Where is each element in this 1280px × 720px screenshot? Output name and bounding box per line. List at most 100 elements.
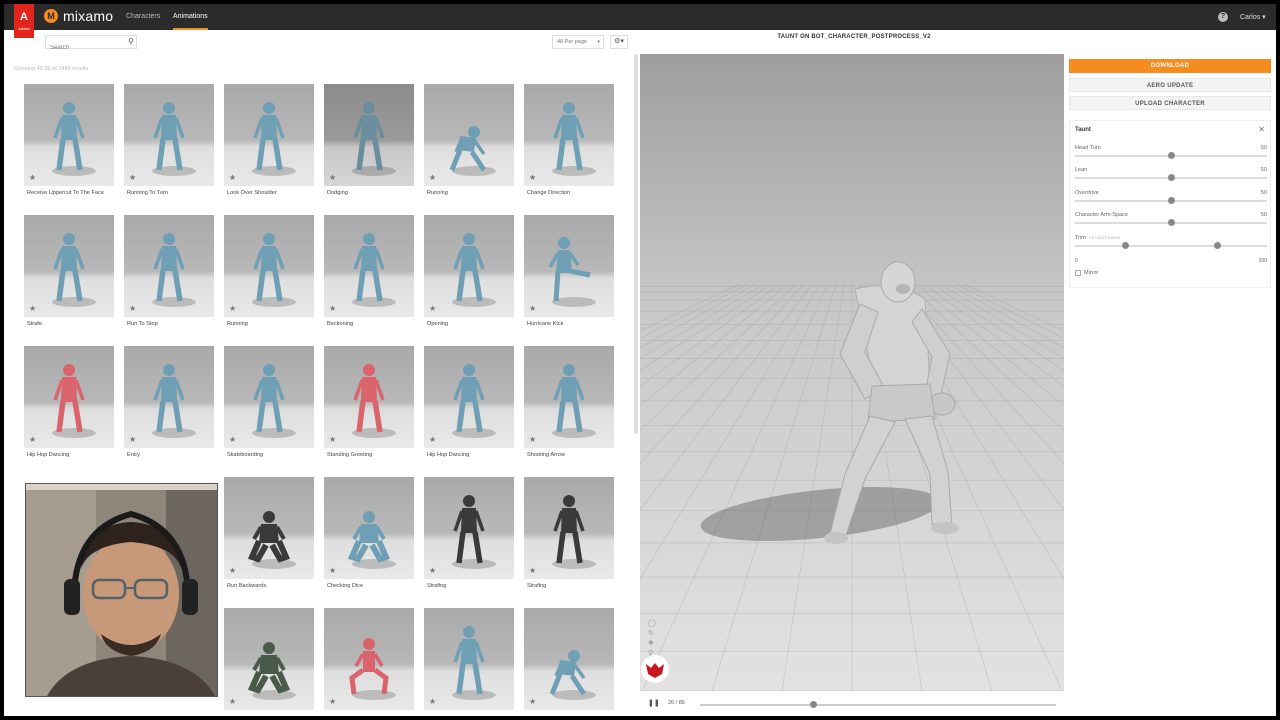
slider-track[interactable] <box>1075 197 1267 204</box>
animation-thumbnail[interactable]: ★ <box>524 608 614 710</box>
animation-card[interactable]: ★ Strafing <box>524 477 614 597</box>
animation-thumbnail[interactable]: ★ <box>324 608 414 710</box>
tab-animations[interactable]: Animations <box>173 4 208 30</box>
timeline-scrubber[interactable] <box>810 701 818 708</box>
per-page-select[interactable]: 48 Per page ▾ <box>552 35 604 49</box>
search-icon[interactable]: ⚲ <box>128 37 134 46</box>
close-icon[interactable]: ✕ <box>1258 125 1265 134</box>
animation-thumbnail[interactable]: ★ <box>324 346 414 448</box>
animation-thumbnail[interactable]: ★ <box>424 215 514 317</box>
tab-characters[interactable]: Characters <box>126 4 160 30</box>
animation-thumbnail[interactable]: ★ <box>124 84 214 186</box>
animation-card[interactable]: ★ Dodging <box>324 84 414 204</box>
animation-thumbnail[interactable]: ★ <box>524 477 614 579</box>
slider-knob[interactable] <box>1168 197 1175 204</box>
animation-thumbnail[interactable]: ★ <box>224 215 314 317</box>
trim-start-knob[interactable] <box>1121 242 1129 249</box>
animation-type-icon: ★ <box>129 435 137 444</box>
animation-thumbnail[interactable]: ★ <box>324 215 414 317</box>
character-figure <box>553 495 585 564</box>
animation-card[interactable]: ★ Running <box>224 215 314 335</box>
per-page-value: 48 Per page <box>557 39 587 45</box>
animation-card[interactable]: ★ Receive Uppercut To The Face <box>24 84 114 204</box>
frame-counter: 26 / 85 <box>668 700 685 706</box>
animation-thumbnail[interactable]: ★ <box>24 215 114 317</box>
animation-thumbnail[interactable]: ★ <box>24 346 114 448</box>
animation-card[interactable]: ★ Hip Hop Dancing <box>24 346 114 466</box>
upload-character-button[interactable]: UPLOAD CHARACTER <box>1069 96 1271 110</box>
mirror-option[interactable]: Mirror <box>1075 270 1098 276</box>
slider-track[interactable] <box>1075 152 1267 159</box>
timeline-track[interactable] <box>700 701 1056 708</box>
help-icon[interactable]: ? <box>1218 12 1228 22</box>
animation-thumbnail[interactable]: ★ <box>424 84 514 186</box>
slider-knob[interactable] <box>1168 219 1175 226</box>
animation-thumbnail[interactable]: ★ <box>224 608 314 710</box>
3d-viewport[interactable]: ◯ ↻ ✚ ⚲ ▣ <box>640 54 1064 691</box>
animation-card-label: Dodging <box>327 190 348 196</box>
animation-card[interactable]: ★ Hurricane Kick <box>524 215 614 335</box>
slider-knob[interactable] <box>1168 152 1175 159</box>
animation-thumbnail[interactable]: ★ <box>124 215 214 317</box>
camera-icon[interactable]: ◯ <box>648 619 656 629</box>
animation-type-icon: ★ <box>229 435 237 444</box>
slider-track[interactable] <box>1075 174 1267 181</box>
settings-gear-button[interactable]: ⚙▾ <box>610 35 628 49</box>
animation-card[interactable]: ★ Hip Hop Dancing <box>424 346 514 466</box>
animation-thumbnail[interactable]: ★ <box>24 84 114 186</box>
slider-knob[interactable] <box>1168 174 1175 181</box>
animation-card[interactable]: ★ Strafing <box>424 477 514 597</box>
mirror-checkbox[interactable] <box>1075 270 1081 276</box>
animation-thumbnail[interactable]: ★ <box>424 608 514 710</box>
user-menu[interactable]: Carlos ▾ <box>1240 13 1266 21</box>
trim-label: Trim <box>1075 235 1086 241</box>
animation-card[interactable]: ★ Shooting Arrow <box>524 346 614 466</box>
animation-thumbnail[interactable]: ★ <box>224 477 314 579</box>
animation-card[interactable]: ★ <box>324 608 414 716</box>
animation-card[interactable]: ★ <box>524 608 614 716</box>
animation-list-scrollbar[interactable] <box>634 54 638 434</box>
animation-card[interactable]: ★ Checking Dice <box>324 477 414 597</box>
character-figure <box>353 233 385 302</box>
animation-thumbnail[interactable]: ★ <box>524 215 614 317</box>
animation-card[interactable]: ★ Entry <box>124 346 214 466</box>
animation-thumbnail[interactable]: ★ <box>124 346 214 448</box>
animation-card[interactable]: ★ Opening <box>424 215 514 335</box>
animation-thumbnail[interactable]: ★ <box>224 84 314 186</box>
animation-card[interactable]: ★ Look Over Shoulder <box>224 84 314 204</box>
animation-card[interactable]: ★ Standing Greeting <box>324 346 414 466</box>
animation-card[interactable]: ★ <box>424 608 514 716</box>
slider-track[interactable] <box>1075 242 1267 249</box>
animation-thumbnail[interactable]: ★ <box>324 84 414 186</box>
animation-card[interactable]: ★ Run To Stop <box>124 215 214 335</box>
animation-card[interactable]: ★ Run Backwards <box>224 477 314 597</box>
character-figure <box>253 233 285 302</box>
animation-thumbnail[interactable]: ★ <box>224 346 314 448</box>
animation-card[interactable]: ★ Beckoning <box>324 215 414 335</box>
slider-track[interactable] <box>1075 219 1267 226</box>
trim-min-label: 0 <box>1075 258 1078 264</box>
trim-end-knob[interactable] <box>1214 242 1222 249</box>
rotate-icon[interactable]: ↻ <box>648 629 656 639</box>
animation-card[interactable]: ★ <box>224 608 314 716</box>
animation-type-icon: ★ <box>129 173 137 182</box>
animation-thumbnail[interactable]: ★ <box>524 84 614 186</box>
animation-card[interactable]: ★ Running To Turn <box>124 84 214 204</box>
search-input[interactable] <box>46 42 122 54</box>
animation-card[interactable]: ★ Strafe <box>24 215 114 335</box>
animation-thumbnail[interactable]: ★ <box>424 477 514 579</box>
aero-update-button[interactable]: AERO UPDATE <box>1069 78 1271 92</box>
animation-card[interactable]: ★ Running <box>424 84 514 204</box>
pause-icon[interactable]: ❚❚ <box>648 699 660 707</box>
animation-thumbnail[interactable]: ★ <box>324 477 414 579</box>
animation-card[interactable]: ★ Change Direction <box>524 84 614 204</box>
animation-thumbnail[interactable]: ★ <box>424 346 514 448</box>
adobe-logo[interactable]: A Adobe <box>14 4 34 38</box>
animation-thumbnail[interactable]: ★ <box>524 346 614 448</box>
mixamo-logo[interactable]: M mixamo <box>44 8 113 24</box>
animation-card[interactable]: ★ Skateboarding <box>224 346 314 466</box>
move-icon[interactable]: ✚ <box>648 639 656 649</box>
settings-title: Taunt <box>1075 127 1091 133</box>
download-button[interactable]: DOWNLOAD <box>1069 59 1271 73</box>
character-model <box>700 261 959 544</box>
